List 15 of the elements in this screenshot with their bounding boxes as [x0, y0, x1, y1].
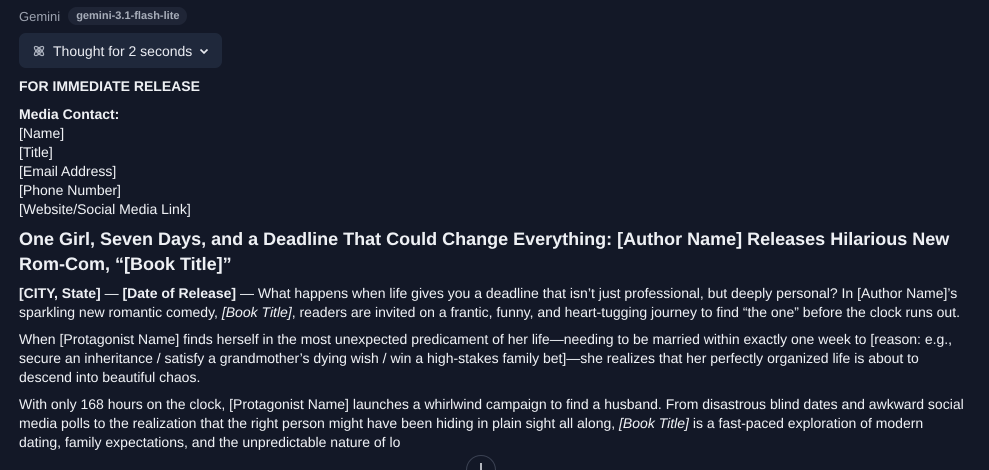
contact-line: [Email Address] [19, 162, 116, 181]
thought-toggle-button[interactable]: Thought for 2 seconds [19, 33, 222, 68]
contact-line: [Name] [19, 124, 64, 143]
contact-heading: Media Contact: [19, 105, 120, 124]
headline: One Girl, Seven Days, and a Deadline That Could Change Everything: [Author Name] Releases Hilarious New Rom-Com, “[Book Title]” [19, 228, 950, 276]
model-badge: gemini-3.1-flash-lite [68, 7, 188, 25]
atom-icon [32, 44, 46, 58]
release-line: FOR IMMEDIATE RELEASE [19, 77, 201, 96]
contact-line: [Title] [19, 143, 53, 162]
paragraph: When [Protagonist Name] finds herself in the most unexpected predicament of her life—needing to be married within exactly one week to [reason: e.g., secure an inheritance / satisfy a grandmother’s dying wish / win a high-stakes family bet]—she realizes that her perfectly organized life is about to descend into beautiful chaos. [19, 330, 954, 387]
assistant-name: Gemini [19, 8, 60, 24]
contact-line: [Website/Social Media Link] [19, 200, 191, 219]
paragraph: [CITY, State] — [Date of Release] — What happens when life gives you a deadline that isn’t just professional, but deeply personal? In [Author Name]’s sparkling new romantic comedy, [Book Title], readers are invited on a frantic, funny, and heart-tugging journey to find “the one” before the clock runs out. [19, 284, 961, 322]
paragraph: With only 168 hours on the clock, [Protagonist Name] launches a whirlwind campaign to find a husband. From disastrous blind dates and awkward social media polls to the realization that the right person might have been hiding in plain sight all along, [Book Title] is a fast-paced exploration of modern dating, family expectations, and the unpredictable nature of lo [19, 395, 965, 452]
contact-line: [Phone Number] [19, 181, 121, 200]
